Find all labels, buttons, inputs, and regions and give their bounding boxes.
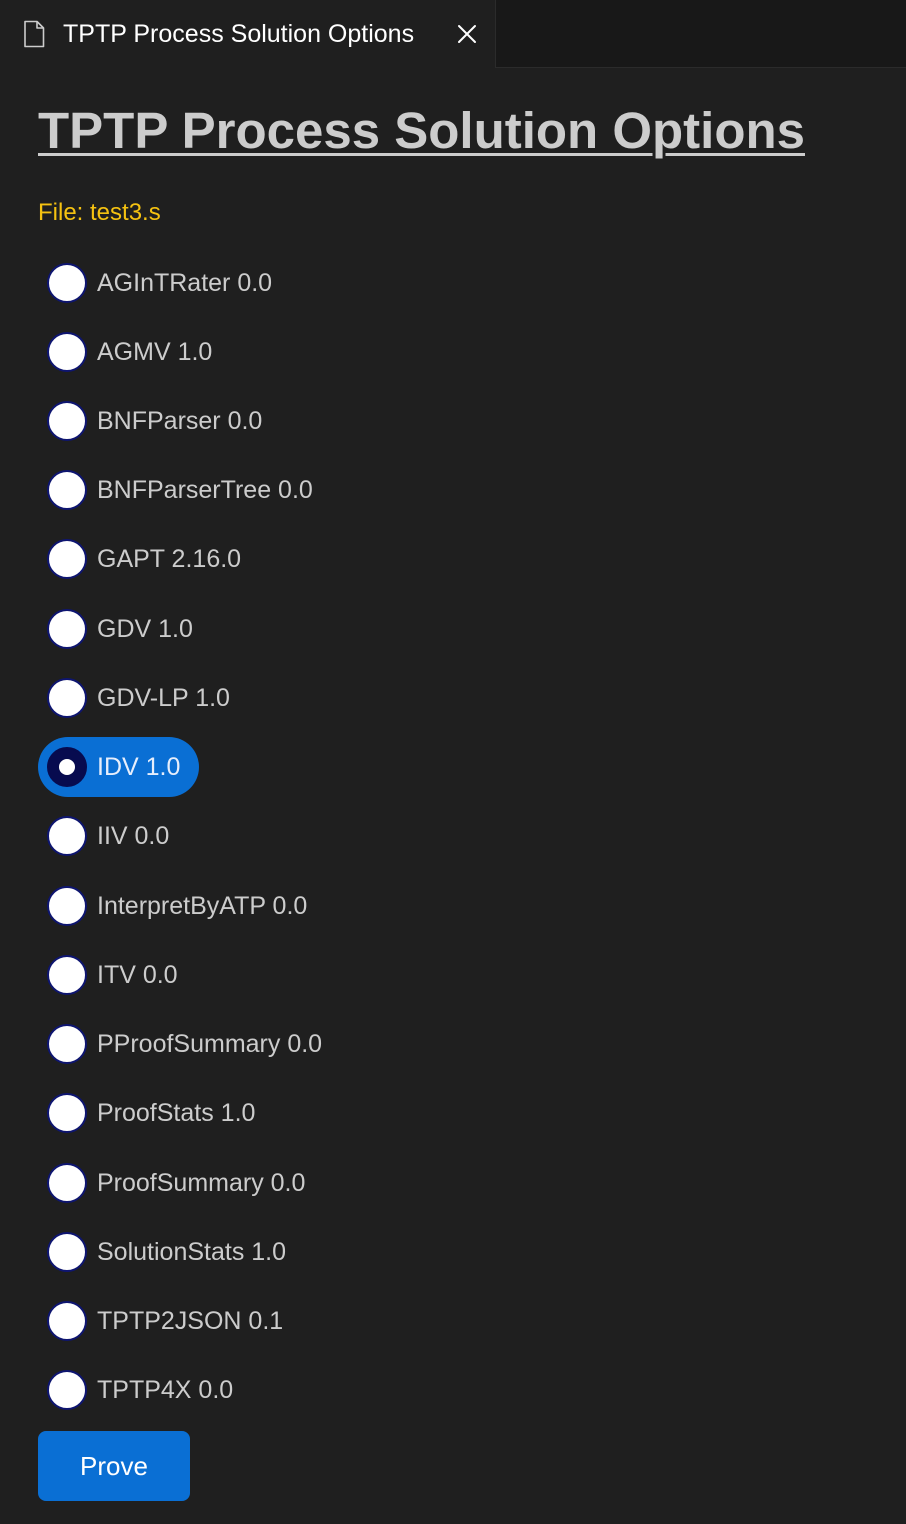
close-icon[interactable] [455, 22, 479, 46]
webview-content: TPTP Process Solution Options File: test… [0, 68, 906, 1524]
option-10[interactable]: ITV 0.0 [38, 945, 197, 1005]
option-label: IDV 1.0 [97, 753, 181, 781]
option-label: GAPT 2.16.0 [97, 545, 242, 573]
option-13[interactable]: ProofSummary 0.0 [38, 1153, 324, 1213]
option-label: InterpretByATP 0.0 [97, 892, 308, 920]
option-label: AGMV 1.0 [97, 338, 213, 366]
option-6[interactable]: GDV-LP 1.0 [38, 668, 249, 728]
radio-button[interactable] [47, 1370, 87, 1410]
editor-tab[interactable]: TPTP Process Solution Options [0, 0, 496, 68]
option-16[interactable]: TPTP4X 0.0 [38, 1360, 252, 1420]
option-label: ITV 0.0 [97, 961, 178, 989]
radio-button[interactable] [47, 678, 87, 718]
option-15[interactable]: TPTP2JSON 0.1 [38, 1291, 302, 1351]
option-4[interactable]: GAPT 2.16.0 [38, 529, 260, 589]
page-title: TPTP Process Solution Options [38, 102, 805, 159]
prove-button[interactable]: Prove [38, 1431, 190, 1501]
option-label: ProofSummary 0.0 [97, 1169, 306, 1197]
radio-button[interactable] [47, 1093, 87, 1133]
radio-button[interactable] [47, 816, 87, 856]
option-label: BNFParserTree 0.0 [97, 476, 313, 504]
radio-button[interactable] [47, 263, 87, 303]
option-label: GDV 1.0 [97, 615, 193, 643]
editor-tab-bar: TPTP Process Solution Options [0, 0, 906, 68]
option-label: AGInTRater 0.0 [97, 269, 273, 297]
radio-button[interactable] [47, 1024, 87, 1064]
radio-button[interactable] [47, 609, 87, 649]
radio-button[interactable] [47, 1232, 87, 1272]
radio-button[interactable] [47, 332, 87, 372]
tab-title: TPTP Process Solution Options [63, 20, 415, 48]
option-5[interactable]: GDV 1.0 [38, 599, 212, 659]
option-7[interactable]: IDV 1.0 [38, 737, 200, 797]
file-icon [24, 20, 45, 48]
option-8[interactable]: IIV 0.0 [38, 806, 188, 866]
radio-button[interactable] [47, 470, 87, 510]
option-3[interactable]: BNFParserTree 0.0 [38, 460, 332, 520]
option-label: PProofSummary 0.0 [97, 1030, 323, 1058]
option-12[interactable]: ProofStats 1.0 [38, 1083, 274, 1143]
file-label: File: test3.s [38, 199, 161, 226]
option-9[interactable]: InterpretByATP 0.0 [38, 876, 326, 936]
option-1[interactable]: AGMV 1.0 [38, 322, 231, 382]
option-label: BNFParser 0.0 [97, 407, 263, 435]
radio-button[interactable] [47, 1163, 87, 1203]
option-label: GDV-LP 1.0 [97, 684, 230, 712]
option-2[interactable]: BNFParser 0.0 [38, 391, 281, 451]
radio-button[interactable] [47, 747, 87, 787]
radio-button[interactable] [47, 955, 87, 995]
option-label: ProofStats 1.0 [97, 1099, 256, 1127]
radio-button[interactable] [47, 1301, 87, 1341]
option-label: TPTP2JSON 0.1 [97, 1307, 284, 1335]
radio-button[interactable] [47, 401, 87, 441]
radio-button[interactable] [47, 539, 87, 579]
option-11[interactable]: PProofSummary 0.0 [38, 1014, 341, 1074]
option-14[interactable]: SolutionStats 1.0 [38, 1222, 305, 1282]
radio-button[interactable] [47, 886, 87, 926]
option-label: IIV 0.0 [97, 822, 170, 850]
option-0[interactable]: AGInTRater 0.0 [38, 253, 291, 313]
option-label: SolutionStats 1.0 [97, 1238, 287, 1266]
radio-dot [59, 759, 75, 775]
option-label: TPTP4X 0.0 [97, 1376, 234, 1404]
